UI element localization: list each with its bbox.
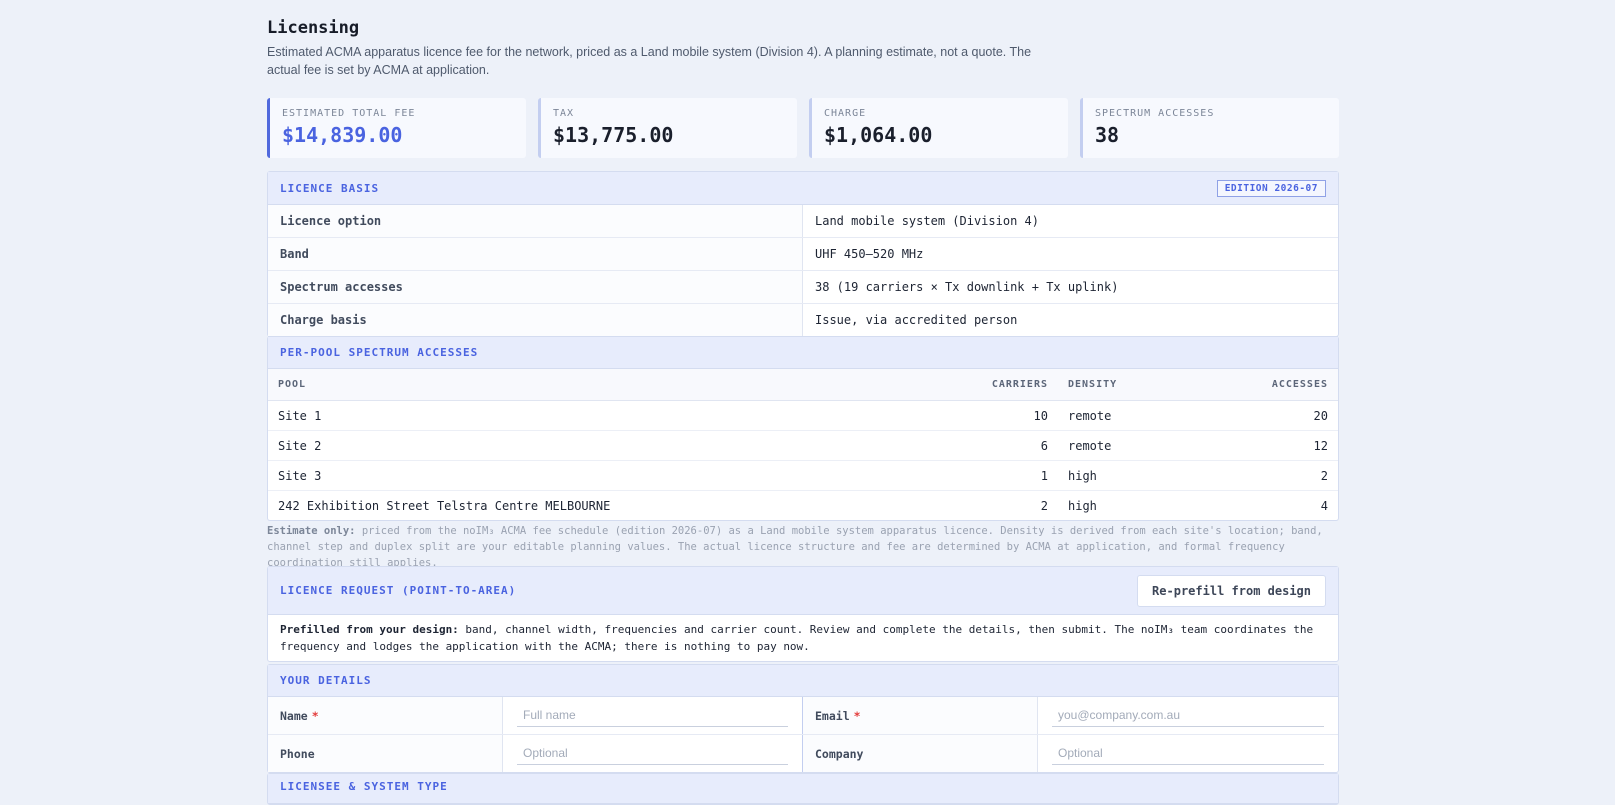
basis-value: Issue, via accredited person — [815, 313, 1018, 327]
note-lead: Estimate only: — [267, 525, 356, 537]
details-row: Name* Email* — [268, 697, 1338, 735]
panel-header: PER-POOL SPECTRUM ACCESSES — [268, 336, 1338, 369]
email-cell — [1038, 697, 1338, 734]
page-subtitle: Estimated ACMA apparatus licence fee for… — [267, 45, 1032, 77]
basis-key: Charge basis — [268, 304, 803, 336]
pool-carriers: 2 — [1040, 498, 1048, 513]
licensee-system-type-panel: LICENSEE & SYSTEM TYPE — [267, 773, 1339, 805]
basis-row: Charge basis Issue, via accredited perso… — [268, 304, 1338, 336]
pool-table: POOL CARRIERS DENSITY ACCESSES Site 1 10… — [268, 369, 1338, 520]
stat-charge: CHARGE $1,064.00 — [809, 98, 1068, 158]
estimate-note: Estimate only: priced from the noIM₃ ACM… — [267, 523, 1339, 571]
basis-key: Licence option — [268, 205, 803, 237]
required-marker: * — [311, 708, 319, 723]
basis-key: Band — [268, 238, 803, 270]
pool-name: Site 3 — [268, 460, 948, 491]
stat-value: 38 — [1095, 123, 1120, 147]
note-text: priced from the noIM₃ ACMA fee schedule … — [267, 525, 1323, 569]
licence-request-panel: LICENCE REQUEST (POINT-TO-AREA) Re-prefi… — [267, 566, 1339, 662]
name-label: Name * — [268, 697, 503, 734]
pool-density: high — [1058, 460, 1198, 491]
pool-carriers: 6 — [948, 430, 1058, 461]
stat-value: $13,775.00 — [553, 123, 674, 147]
stat-label: CHARGE — [824, 108, 867, 119]
phone-label: Phone — [268, 735, 503, 772]
pool-accesses: 12 — [1198, 430, 1338, 461]
panel-title: PER-POOL SPECTRUM ACCESSES — [280, 346, 479, 359]
pool-density: remote — [1058, 400, 1198, 431]
re-prefill-button[interactable]: Re-prefill from design — [1137, 574, 1326, 607]
stat-spectrum-accesses: SPECTRUM ACCESSES 38 — [1080, 98, 1339, 158]
pool-carriers: 10 — [948, 400, 1058, 431]
stat-total-fee: ESTIMATED TOTAL FEE $14,839.00 — [267, 98, 526, 158]
per-pool-panel: PER-POOL SPECTRUM ACCESSES POOL CARRIERS… — [267, 336, 1339, 521]
licence-basis-panel: LICENCE BASIS EDITION 2026-07 Licence op… — [267, 171, 1339, 337]
table-row: Site 3 1 high 2 — [268, 460, 1338, 491]
phone-input[interactable] — [517, 742, 788, 765]
basis-row: Spectrum accesses 38 (19 carriers × Tx d… — [268, 271, 1338, 304]
table-row: 242 Exhibition Street Telstra Centre MEL… — [268, 491, 1338, 521]
pool-accesses: 20 — [1198, 400, 1338, 431]
stat-label: ESTIMATED TOTAL FEE — [282, 108, 416, 119]
table-header-row: POOL CARRIERS DENSITY ACCESSES — [268, 369, 1338, 401]
column-header: DENSITY — [1058, 369, 1198, 401]
panel-title: YOUR DETAILS — [280, 674, 372, 687]
basis-key: Spectrum accesses — [268, 271, 803, 303]
prefill-notice: Prefilled from your design: band, channe… — [268, 615, 1338, 661]
pool-name: Site 1 — [268, 400, 948, 431]
company-label: Company — [803, 735, 1038, 772]
email-input[interactable] — [1052, 704, 1324, 727]
basis-value: 38 (19 carriers × Tx downlink + Tx uplin… — [815, 280, 1119, 294]
phone-cell — [503, 735, 803, 772]
company-cell — [1038, 735, 1338, 772]
basis-row: Licence option Land mobile system (Divis… — [268, 205, 1338, 238]
pool-density: high — [1068, 498, 1097, 513]
your-details-panel: YOUR DETAILS Name* Email* Phone Company — [267, 664, 1339, 773]
pool-accesses: 4 — [1320, 498, 1328, 513]
pool-name: Site 2 — [268, 430, 948, 461]
field-label: Name — [280, 708, 308, 723]
field-label: Phone — [280, 746, 315, 761]
company-input[interactable] — [1052, 742, 1324, 765]
basis-value: UHF 450–520 MHz — [815, 247, 924, 261]
stat-label: TAX — [553, 108, 575, 119]
stat-value: $1,064.00 — [824, 123, 933, 147]
pool-carriers: 1 — [948, 460, 1058, 491]
edition-badge: EDITION 2026-07 — [1216, 179, 1326, 197]
required-marker: * — [853, 708, 861, 723]
name-input[interactable] — [517, 704, 788, 727]
panel-header: YOUR DETAILS — [268, 665, 1338, 697]
stat-label: SPECTRUM ACCESSES — [1095, 108, 1215, 119]
basis-row: Band UHF 450–520 MHz — [268, 238, 1338, 271]
panel-title: LICENCE BASIS — [280, 181, 380, 195]
panel-title: LICENCE REQUEST (POINT-TO-AREA) — [280, 584, 517, 597]
stat-value: $14,839.00 — [282, 123, 403, 147]
pool-density: remote — [1058, 430, 1198, 461]
name-cell — [503, 697, 803, 734]
panel-header: LICENSEE & SYSTEM TYPE — [268, 774, 1338, 804]
pool-name: 242 Exhibition Street Telstra Centre MEL… — [278, 498, 611, 513]
stat-tax: TAX $13,775.00 — [538, 98, 797, 158]
panel-header: LICENCE REQUEST (POINT-TO-AREA) Re-prefi… — [268, 567, 1338, 615]
basis-value: Land mobile system (Division 4) — [815, 214, 1039, 228]
details-row: Phone Company — [268, 735, 1338, 772]
table-row: Site 2 6 remote 12 — [268, 430, 1338, 461]
pool-accesses: 2 — [1198, 460, 1338, 491]
field-label: Email — [815, 708, 850, 723]
column-header: ACCESSES — [1198, 369, 1338, 401]
column-header: POOL — [268, 369, 948, 401]
table-row: Site 1 10 remote 20 — [268, 400, 1338, 431]
panel-title: LICENSEE & SYSTEM TYPE — [280, 780, 448, 793]
field-label: Company — [815, 746, 864, 761]
page-title: Licensing — [267, 18, 360, 38]
column-header: CARRIERS — [948, 369, 1058, 401]
prefill-lead: Prefilled from your design: — [280, 623, 459, 636]
email-label: Email * — [803, 697, 1038, 734]
fee-summary: ESTIMATED TOTAL FEE $14,839.00 TAX $13,7… — [267, 98, 1339, 158]
panel-header: LICENCE BASIS EDITION 2026-07 — [268, 172, 1338, 205]
